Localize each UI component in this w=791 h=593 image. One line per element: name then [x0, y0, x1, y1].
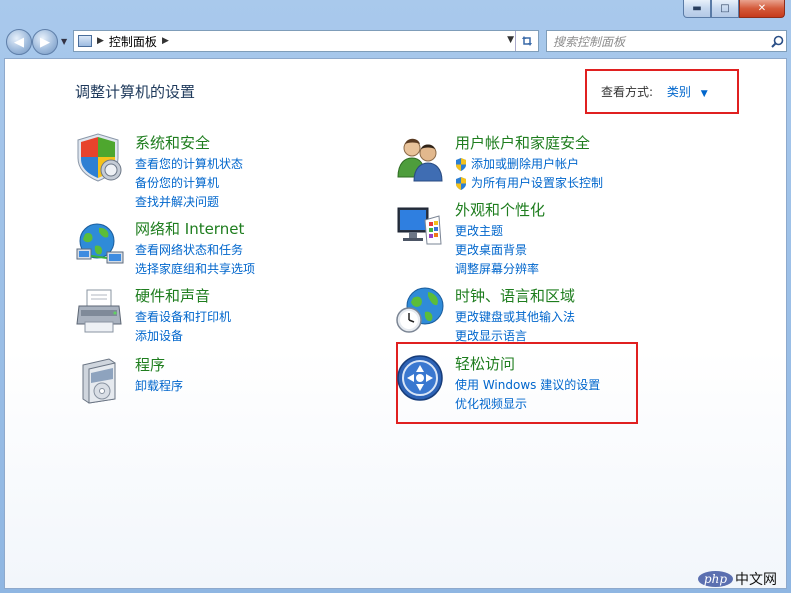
- clock-globe-icon: [396, 287, 444, 333]
- category-title[interactable]: 程序: [135, 355, 165, 375]
- ease-of-access-icon: [397, 355, 443, 401]
- link-add-device[interactable]: 添加设备: [135, 327, 231, 346]
- category-title[interactable]: 外观和个性化: [455, 200, 545, 220]
- category-user-accounts: 用户帐户和家庭安全 添加或删除用户帐户 为所有用户设置家长控制: [395, 133, 695, 193]
- link-recommended-settings[interactable]: 使用 Windows 建议的设置: [455, 376, 600, 395]
- link-troubleshoot[interactable]: 查找并解决问题: [135, 193, 243, 212]
- link-add-remove-users[interactable]: 添加或删除用户帐户: [455, 155, 603, 174]
- view-by-label: 查看方式:: [601, 85, 654, 99]
- uac-shield-icon: [456, 158, 466, 171]
- category-title[interactable]: 系统和安全: [135, 133, 210, 153]
- search-icon[interactable]: [768, 35, 786, 48]
- address-bar[interactable]: ▶ 控制面板 ▶ ▼: [73, 30, 539, 52]
- breadcrumb-control-panel[interactable]: 控制面板: [109, 33, 157, 50]
- category-ease-of-access: 轻松访问 使用 Windows 建议的设置 优化视频显示: [395, 354, 635, 414]
- category-links: 使用 Windows 建议的设置 优化视频显示: [455, 376, 600, 414]
- control-panel-icon: [78, 35, 92, 47]
- navigation-bar: ◀ ▶ ▼ ▶ 控制面板 ▶ ▼ 搜索控制面板: [4, 28, 787, 56]
- link-view-computer-status[interactable]: 查看您的计算机状态: [135, 155, 243, 174]
- programs-box-icon: [82, 358, 116, 404]
- uac-shield-icon: [456, 177, 466, 190]
- category-links: 查看您的计算机状态 备份您的计算机 查找并解决问题: [135, 155, 243, 212]
- back-arrow-icon: ◀: [14, 34, 24, 50]
- refresh-button[interactable]: [515, 31, 538, 51]
- display-palette-icon: [397, 207, 442, 245]
- link-uninstall-program[interactable]: 卸载程序: [135, 377, 183, 396]
- shield-icon: [77, 133, 122, 182]
- category-links: 查看网络状态和任务 选择家庭组和共享选项: [135, 241, 255, 279]
- category-programs: 程序 卸载程序: [75, 355, 355, 405]
- link-backup-computer[interactable]: 备份您的计算机: [135, 174, 243, 193]
- printer-icon: [76, 289, 122, 333]
- back-button[interactable]: ◀: [6, 29, 32, 55]
- address-dropdown-icon[interactable]: ▼: [507, 35, 514, 45]
- watermark-text: 中文网: [735, 572, 777, 588]
- maximize-button[interactable]: □: [711, 0, 739, 18]
- window-frame: ▬ □ ✕ ◀ ▶ ▼ ▶ 控制面板 ▶ ▼ 搜索控制面板 调整计算机的设置 查…: [0, 0, 791, 593]
- category-network-internet: 网络和 Internet 查看网络状态和任务 选择家庭组和共享选项: [75, 219, 355, 279]
- category-title[interactable]: 硬件和声音: [135, 286, 210, 306]
- link-text[interactable]: 为所有用户设置家长控制: [471, 174, 603, 193]
- category-links: 卸载程序: [135, 377, 183, 396]
- category-title[interactable]: 网络和 Internet: [135, 219, 244, 239]
- category-title[interactable]: 用户帐户和家庭安全: [455, 133, 590, 153]
- minimize-button[interactable]: ▬: [683, 0, 711, 18]
- link-change-theme[interactable]: 更改主题: [455, 222, 539, 241]
- link-parental-controls[interactable]: 为所有用户设置家长控制: [455, 174, 603, 193]
- control-panel-content: 调整计算机的设置 查看方式: 类别 ▼ 系统和安全 查看您的计算机状态 备份您的…: [4, 58, 787, 589]
- search-box[interactable]: 搜索控制面板: [546, 30, 787, 52]
- link-screen-resolution[interactable]: 调整屏幕分辨率: [455, 260, 539, 279]
- users-icon: [397, 138, 443, 182]
- category-appearance: 外观和个性化 更改主题 更改桌面背景 调整屏幕分辨率: [395, 200, 695, 276]
- category-links: 更改键盘或其他输入法 更改显示语言: [455, 308, 575, 346]
- breadcrumb-arrow-icon[interactable]: ▶: [97, 36, 104, 46]
- category-title[interactable]: 轻松访问: [455, 354, 515, 374]
- forward-arrow-icon: ▶: [40, 34, 50, 50]
- link-network-status[interactable]: 查看网络状态和任务: [135, 241, 255, 260]
- refresh-icon: [522, 36, 532, 46]
- category-system-security: 系统和安全 查看您的计算机状态 备份您的计算机 查找并解决问题: [75, 133, 355, 209]
- link-desktop-background[interactable]: 更改桌面背景: [455, 241, 539, 260]
- category-title[interactable]: 时钟、语言和区域: [455, 286, 575, 306]
- view-by-select[interactable]: 类别: [667, 85, 691, 99]
- view-by: 查看方式: 类别 ▼: [601, 83, 708, 100]
- chevron-down-icon[interactable]: ▼: [701, 89, 708, 99]
- forward-button[interactable]: ▶: [32, 29, 58, 55]
- category-links: 更改主题 更改桌面背景 调整屏幕分辨率: [455, 222, 539, 279]
- category-hardware-sound: 硬件和声音 查看设备和打印机 添加设备: [75, 286, 355, 346]
- network-globe-icon: [76, 223, 124, 264]
- link-keyboard-input[interactable]: 更改键盘或其他输入法: [455, 308, 575, 327]
- breadcrumb-arrow-icon[interactable]: ▶: [162, 36, 169, 46]
- caption-buttons: ▬ □ ✕: [683, 0, 785, 18]
- category-links: 添加或删除用户帐户 为所有用户设置家长控制: [455, 155, 603, 193]
- category-links: 查看设备和打印机 添加设备: [135, 308, 231, 346]
- link-text[interactable]: 添加或删除用户帐户: [471, 155, 579, 174]
- link-devices-printers[interactable]: 查看设备和打印机: [135, 308, 231, 327]
- page-title: 调整计算机的设置: [75, 83, 196, 101]
- category-clock-language-region: 时钟、语言和区域 更改键盘或其他输入法 更改显示语言: [395, 286, 695, 346]
- recent-pages-dropdown[interactable]: ▼: [61, 37, 67, 46]
- search-input[interactable]: 搜索控制面板: [553, 33, 768, 50]
- link-optimize-visual-display[interactable]: 优化视频显示: [455, 395, 600, 414]
- close-button[interactable]: ✕: [739, 0, 785, 18]
- watermark: php 中文网: [697, 569, 777, 589]
- link-homegroup-sharing[interactable]: 选择家庭组和共享选项: [135, 260, 255, 279]
- watermark-brand: php: [697, 571, 733, 587]
